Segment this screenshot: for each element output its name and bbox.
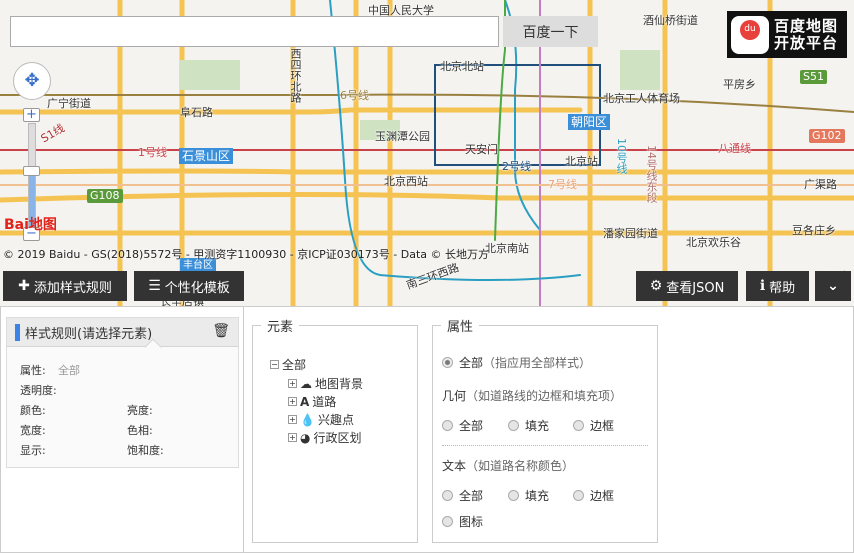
radio-text-all[interactable]: 全部 [442, 487, 483, 504]
map-label: 广宁街道 [47, 97, 91, 110]
map-label: 1号线 [138, 146, 167, 159]
map-label: 6号线 [340, 89, 369, 102]
map-label: 北京北站 [440, 60, 484, 73]
globe-icon: ◕ [300, 430, 311, 445]
drop-icon: 💧 [300, 412, 315, 427]
view-json-button[interactable]: ⚙ 查看JSON [636, 271, 738, 301]
trash-icon[interactable]: 🗑 [212, 323, 230, 339]
plus-icon: ✚ [18, 278, 30, 294]
map-label: 10号线 [615, 138, 628, 174]
tree-item-all[interactable]: − 全部 [270, 356, 306, 373]
map-label: 潘家园街道 [603, 227, 658, 240]
elements-fieldset: 元素 − 全部 + ☁ 地图背景 + A 道路 + 💧 兴趣点 + ◕ 行政区划 [252, 316, 418, 543]
district-label: 朝阳区 [568, 114, 611, 130]
map-label: 北京欢乐谷 [686, 236, 741, 249]
collapse-button[interactable]: ⌄ [815, 271, 851, 301]
search-input[interactable] [10, 16, 499, 47]
map-canvas[interactable]: 中国人民大学 酒仙桥街道 北京北站 北京工人体育场 平房乡 广宁街道 阜石路 玉… [0, 0, 854, 306]
radio-text-fill[interactable]: 填充 [508, 487, 549, 504]
expand-icon: + [288, 433, 297, 442]
expand-icon: + [288, 397, 297, 406]
copyright-text: © 2019 Baidu - GS(2018)5572号 - 甲测资字11009… [3, 248, 490, 261]
expand-icon: + [288, 415, 297, 424]
cloud-icon: ☁ [300, 376, 312, 391]
map-label: 豆各庄乡 [792, 224, 836, 237]
radio-icon[interactable]: 图标 [442, 513, 483, 530]
highway-shield: S51 [800, 70, 827, 84]
map-label: 八通线 [718, 142, 751, 155]
tree-item-poi[interactable]: + 💧 兴趣点 [288, 411, 354, 428]
baidu-map-pin-icon: du [731, 15, 769, 54]
gear-icon: ⚙ [649, 278, 663, 294]
tree-item-road[interactable]: + A 道路 [288, 393, 336, 410]
map-label: 7号线 [548, 178, 577, 191]
radio-text-stroke[interactable]: 边框 [573, 487, 614, 504]
rule-title: 样式规则(请选择元素) [25, 326, 153, 342]
radio-geometry-fill[interactable]: 填充 [508, 417, 549, 434]
style-editor-panel: 样式规则(请选择元素) 🗑 属性: 全部 透明度: 颜色: 亮度: 宽度: 色相:… [0, 306, 854, 553]
divider [442, 445, 648, 446]
properties-fieldset: 属性 全部 （指应用全部样式） 几何（如道路线的边框和填充项） 全部 填充 边框 … [432, 316, 658, 543]
map-label: 北京南站 [485, 242, 529, 255]
map-label: 玉渊潭公园 [375, 130, 430, 143]
help-button[interactable]: ℹ 帮助 [746, 271, 809, 301]
map-label: 天安门 [465, 143, 498, 156]
highway-shield: G108 [87, 189, 123, 203]
map-label: 北京西站 [384, 175, 428, 188]
highway-shield: G102 [809, 129, 845, 143]
rule-attr-value: 全部 [58, 364, 80, 377]
baidu-logo: Bai地图 [4, 217, 57, 233]
search-button[interactable]: 百度一下 [503, 16, 598, 47]
radio-all[interactable]: 全部 （指应用全部样式） [442, 354, 591, 371]
info-icon: ℹ [759, 278, 766, 294]
radio-geometry-all[interactable]: 全部 [442, 417, 483, 434]
template-button[interactable]: ☰ 个性化模板 [134, 271, 244, 301]
road-icon: A [300, 394, 310, 409]
map-label: 广渠路 [804, 178, 837, 191]
collapse-icon: − [270, 360, 279, 369]
map-label: 西四环北路 [289, 48, 302, 103]
map-label: 北京站 [565, 155, 598, 168]
map-label: 平房乡 [723, 78, 756, 91]
radio-geometry-stroke[interactable]: 边框 [573, 417, 614, 434]
baidu-map-open-platform-logo: du 百度地图 开放平台 [727, 11, 847, 58]
map-label: 北京工人体育场 [603, 92, 680, 105]
zoom-in-button[interactable]: + [23, 108, 40, 122]
tree-item-admin[interactable]: + ◕ 行政区划 [288, 429, 362, 446]
tree-item-background[interactable]: + ☁ 地图背景 [288, 375, 363, 392]
list-icon: ☰ [148, 278, 161, 294]
district-label: 石景山区 [179, 148, 234, 164]
map-label: 14号线东段 [645, 145, 658, 203]
chevron-down-icon: ⌄ [827, 278, 839, 294]
map-label: 阜石路 [180, 106, 213, 119]
zoom-slider-thumb[interactable] [23, 166, 40, 176]
expand-icon: + [288, 379, 297, 388]
style-rule-card[interactable]: 样式规则(请选择元素) 🗑 属性: 全部 透明度: 颜色: 亮度: 宽度: 色相:… [6, 317, 239, 468]
add-style-rule-button[interactable]: ✚ 添加样式规则 [3, 271, 127, 301]
pan-control[interactable]: ✥ [13, 62, 51, 100]
map-label: 2号线 [502, 160, 531, 173]
map-label: 酒仙桥街道 [643, 14, 698, 27]
rules-list: 样式规则(请选择元素) 🗑 属性: 全部 透明度: 颜色: 亮度: 宽度: 色相:… [1, 307, 244, 552]
